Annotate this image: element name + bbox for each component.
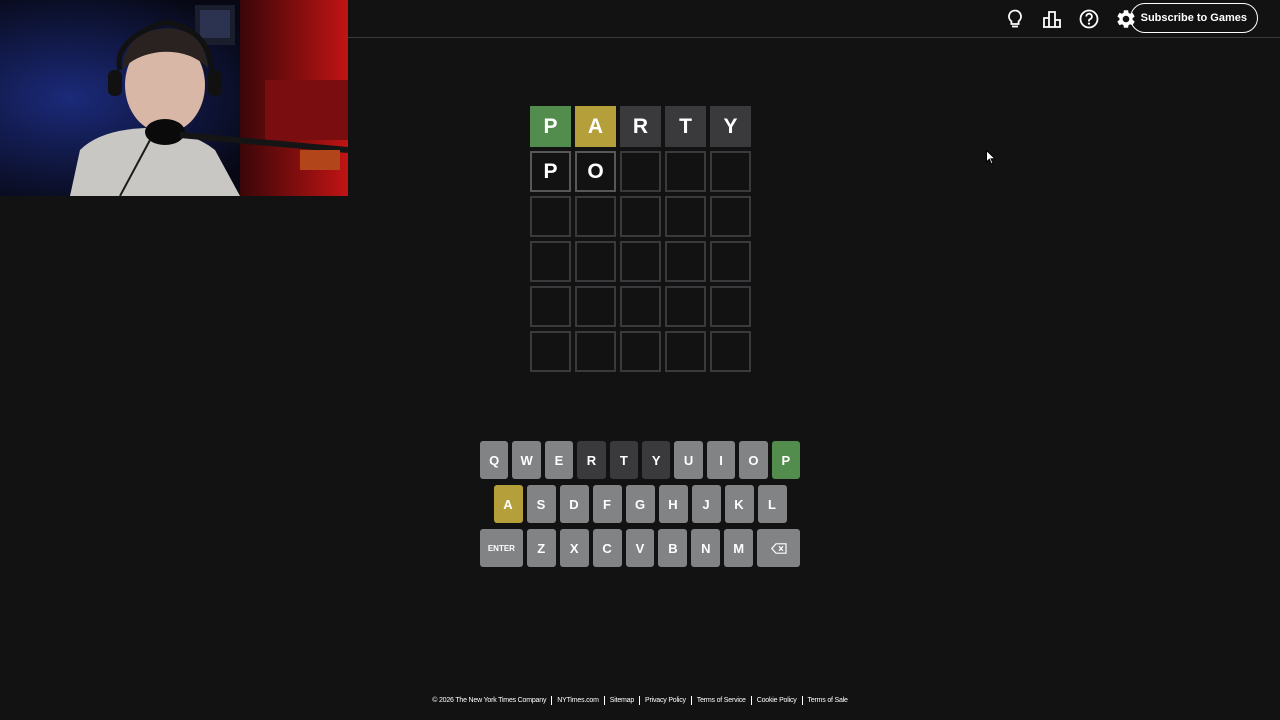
board-row <box>530 241 751 282</box>
board-row <box>530 196 751 237</box>
footer-copyright: © 2026 The New York Times Company <box>427 696 553 705</box>
board-tile <box>620 331 661 372</box>
key-u[interactable]: U <box>674 441 703 479</box>
board-tile <box>665 151 706 192</box>
board-tile <box>620 196 661 237</box>
key-o[interactable]: O <box>739 441 768 479</box>
key-w[interactable]: W <box>512 441 541 479</box>
key-h[interactable]: H <box>658 485 688 523</box>
help-icon[interactable] <box>1077 7 1101 31</box>
key-d[interactable]: D <box>559 485 589 523</box>
key-y[interactable]: Y <box>642 441 671 479</box>
mouse-cursor-icon <box>986 149 997 170</box>
board-tile <box>665 286 706 327</box>
key-m[interactable]: M <box>724 529 754 567</box>
board-tile <box>575 241 616 282</box>
board-row: PARTY <box>530 106 751 147</box>
board-tile <box>710 196 751 237</box>
board-tile <box>710 241 751 282</box>
key-e[interactable]: E <box>544 441 574 479</box>
key-t[interactable]: T <box>609 441 638 479</box>
hint-bulb-icon[interactable] <box>1003 7 1027 31</box>
stats-icon[interactable] <box>1040 7 1064 31</box>
board-tile: A <box>575 106 616 147</box>
game-board: PARTYPO <box>530 106 751 372</box>
key-x[interactable]: X <box>559 529 589 567</box>
board-tile <box>665 196 706 237</box>
board-tile: R <box>620 106 661 147</box>
board-tile <box>710 331 751 372</box>
key-a[interactable]: A <box>493 485 523 523</box>
backspace-key[interactable] <box>757 529 801 567</box>
key-b[interactable]: B <box>658 529 688 567</box>
footer-link[interactable]: Terms of Service <box>692 696 752 705</box>
enter-key[interactable]: ENTER <box>479 529 523 567</box>
key-q[interactable]: Q <box>479 441 509 479</box>
keyboard-row: QWERTYUIOP <box>478 441 802 479</box>
footer-link[interactable]: NYTimes.com <box>552 696 605 705</box>
board-tile <box>710 286 751 327</box>
webcam-image <box>0 0 348 196</box>
board-tile <box>530 331 571 372</box>
board-tile <box>530 196 571 237</box>
key-v[interactable]: V <box>625 529 655 567</box>
board-tile <box>575 331 616 372</box>
footer-link[interactable]: Sitemap <box>605 696 641 705</box>
keyboard-row: ASDFGHJKL <box>478 485 802 523</box>
key-f[interactable]: F <box>592 485 622 523</box>
key-l[interactable]: L <box>757 485 787 523</box>
on-screen-keyboard: Q W E R T Y U I O P A S D F G H J K L ENTER Z X C V B N M <box>478 441 802 573</box>
board-tile <box>620 241 661 282</box>
footer-link[interactable]: Cookie Policy <box>752 696 803 705</box>
board-tile: P <box>530 106 571 147</box>
top-header: Subscribe to Games <box>348 0 1280 38</box>
footer-link[interactable]: Privacy Policy <box>640 696 692 705</box>
board-tile <box>530 241 571 282</box>
board-tile: T <box>665 106 706 147</box>
board-row <box>530 331 751 372</box>
key-z[interactable]: Z <box>526 529 556 567</box>
key-r[interactable]: R <box>577 441 606 479</box>
board-tile: Y <box>710 106 751 147</box>
backspace-icon <box>770 542 787 554</box>
keyboard-row: ENTER Z X C V B N M <box>478 529 802 567</box>
board-tile <box>620 286 661 327</box>
board-tile <box>575 196 616 237</box>
key-i[interactable]: I <box>706 441 736 479</box>
key-n[interactable]: N <box>691 529 721 567</box>
board-tile <box>710 151 751 192</box>
key-g[interactable]: G <box>625 485 655 523</box>
wordle-page: Subscribe to Games PARTYPO QWERTYUIOPASD… <box>0 0 1280 720</box>
board-tile <box>575 286 616 327</box>
key-j[interactable]: J <box>691 485 721 523</box>
board-tile <box>620 151 661 192</box>
page-footer: © 2026 The New York Times Company NYTime… <box>0 696 1280 705</box>
board-row: PO <box>530 151 751 192</box>
webcam-overlay <box>0 0 348 196</box>
key-p[interactable]: P <box>771 441 801 479</box>
key-c[interactable]: C <box>592 529 622 567</box>
header-icons <box>990 0 1138 37</box>
board-tile <box>665 331 706 372</box>
board-tile: O <box>575 151 616 192</box>
key-s[interactable]: S <box>526 485 556 523</box>
board-tile <box>665 241 706 282</box>
board-row <box>530 286 751 327</box>
key-k[interactable]: K <box>724 485 754 523</box>
board-tile: P <box>530 151 571 192</box>
subscribe-button[interactable]: Subscribe to Games <box>1129 3 1258 33</box>
board-tile <box>530 286 571 327</box>
footer-link[interactable]: Terms of Sale <box>803 696 853 705</box>
